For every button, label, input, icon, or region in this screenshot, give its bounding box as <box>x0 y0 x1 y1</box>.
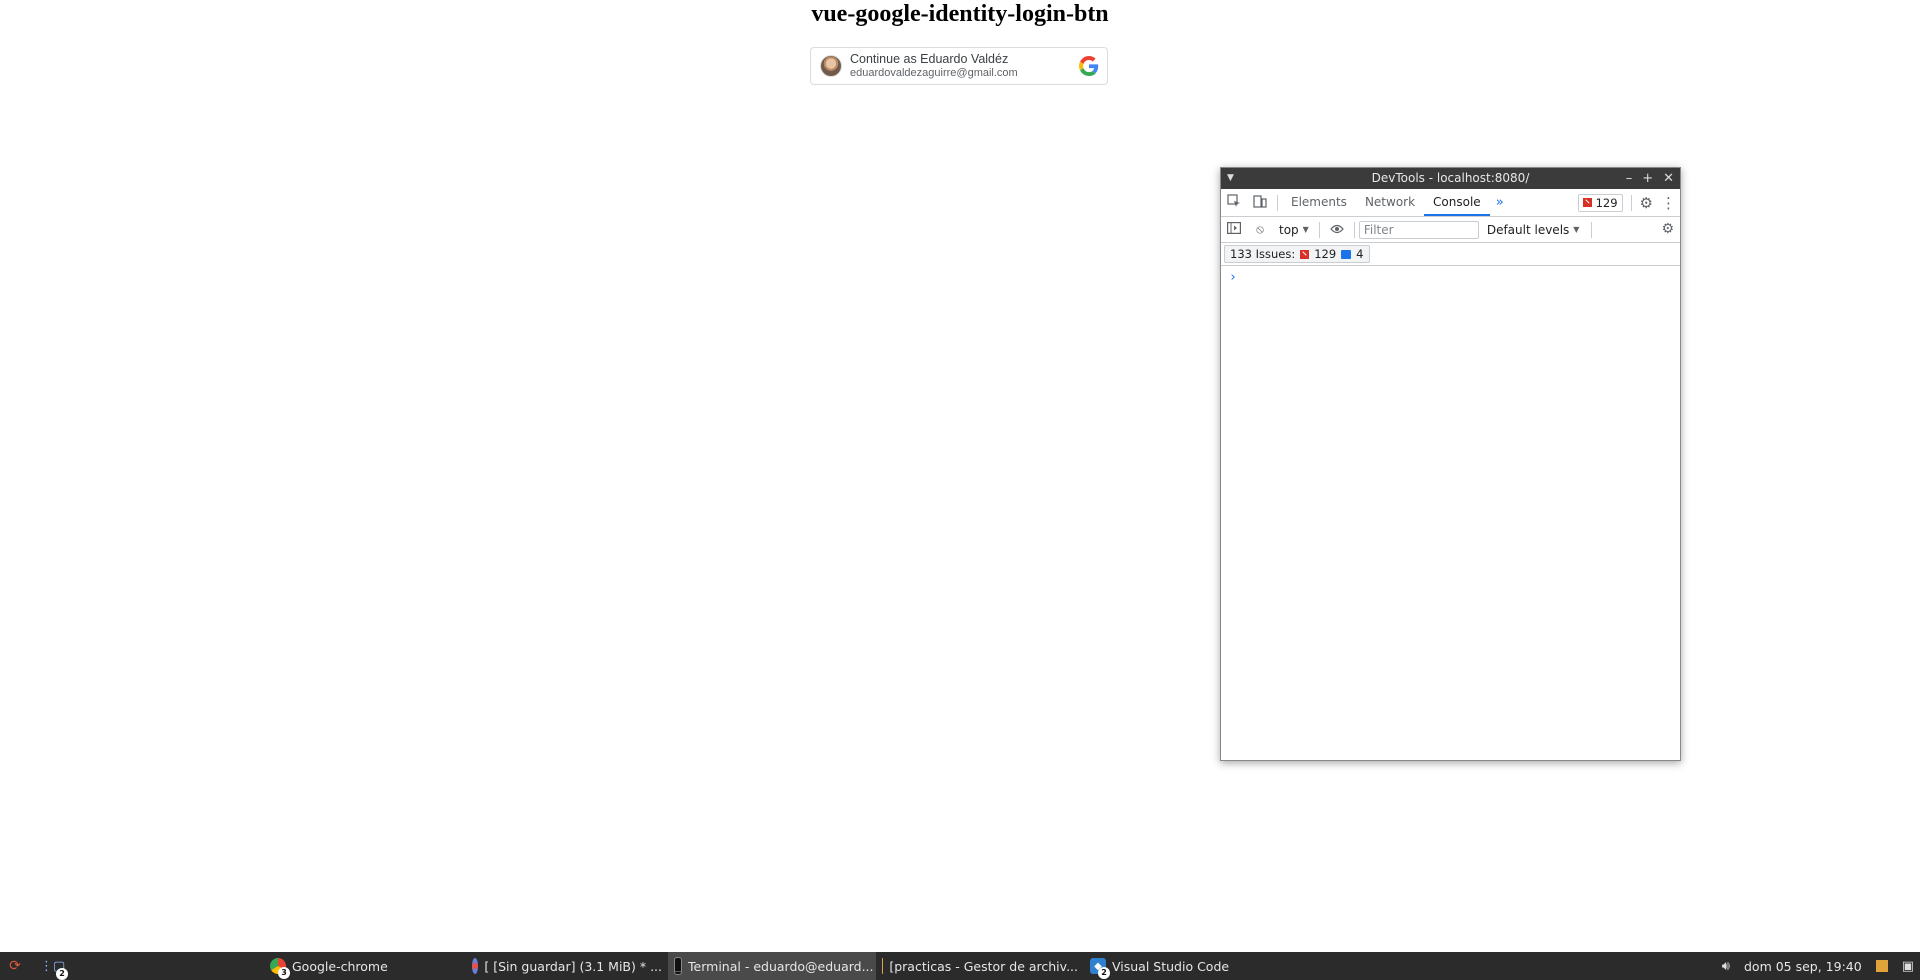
window-menu-icon[interactable]: ▼ <box>1227 168 1234 189</box>
google-continue-button[interactable]: Continue as Eduardo Valdéz eduardovaldez… <box>810 47 1108 85</box>
taskbar-item-vscode[interactable]: ◆ 2 Visual Studio Code <box>1084 952 1276 980</box>
google-button-primary-text: Continue as Eduardo Valdéz <box>850 52 1009 66</box>
console-settings-gear-icon[interactable]: ⚙ <box>1661 221 1674 237</box>
folder-icon <box>882 958 884 974</box>
taskbar-item-image-editor[interactable]: [ [Sin guardar] (3.1 MiB) * ... <box>466 952 668 980</box>
system-tray: 🔊︎ dom 05 sep, 19:40 ▣ <box>1722 952 1920 980</box>
minimize-icon[interactable]: – <box>1626 168 1633 189</box>
google-g-icon <box>1079 56 1099 76</box>
settings-gear-icon[interactable]: ⚙ <box>1640 194 1653 212</box>
vscode-icon: ◆ 2 <box>1090 958 1110 979</box>
inspect-element-icon[interactable] <box>1221 193 1247 212</box>
issues-error-count: 129 <box>1314 247 1337 261</box>
chevron-down-icon: ▼ <box>1302 225 1309 234</box>
divider <box>1277 194 1278 211</box>
taskbar-item-label: [ [Sin guardar] (3.1 MiB) * ... <box>484 958 662 974</box>
maximize-icon[interactable]: + <box>1642 168 1653 189</box>
tab-bar-right: 129 ⚙ ⋮ <box>1577 189 1676 216</box>
divider <box>1591 221 1593 238</box>
terminal-icon: _ <box>674 957 683 975</box>
live-expression-eye-icon[interactable] <box>1324 223 1350 237</box>
taskbar: ⟳ ⋮▢ 2 3 Google-chrome [ [Sin guardar] (… <box>0 952 1920 980</box>
google-button-email: eduardovaldezaguirre@gmail.com <box>850 67 1018 79</box>
chrome-icon: 3 <box>270 958 290 979</box>
clock[interactable]: dom 05 sep, 19:40 <box>1744 959 1862 974</box>
more-options-icon[interactable]: ⋮ <box>1661 194 1676 212</box>
taskbar-item-label: [practicas - Gestor de archiv... <box>889 958 1078 974</box>
image-editor-icon <box>472 958 479 974</box>
devtools-titlebar[interactable]: ▼ DevTools - localhost:8080/ – + ✕ <box>1221 168 1680 189</box>
tab-elements[interactable]: Elements <box>1282 189 1356 216</box>
issues-bar: 133 Issues: 129 4 <box>1221 243 1680 266</box>
issues-message-count: 4 <box>1356 247 1364 261</box>
notes-icon[interactable] <box>1875 960 1888 972</box>
page-title: vue-google-identity-login-btn <box>811 1 1109 27</box>
context-value: top <box>1279 222 1299 237</box>
divider <box>1353 221 1355 238</box>
issues-label: 133 Issues: <box>1230 247 1296 261</box>
context-selector[interactable]: top ▼ <box>1273 223 1315 237</box>
window-switcher-icon[interactable]: ⋮▢ 2 <box>40 959 68 980</box>
error-count: 129 <box>1595 195 1618 210</box>
divider <box>1630 194 1632 211</box>
log-levels-dropdown[interactable]: Default levels ▼ <box>1479 223 1588 237</box>
console-prompt-icon: › <box>1229 270 1237 285</box>
devtools-tab-bar: Elements Network Console » 129 ⚙ ⋮ <box>1221 189 1680 217</box>
tab-console[interactable]: Console <box>1424 189 1490 216</box>
taskbar-item-label: Visual Studio Code <box>1112 958 1230 974</box>
console-filter-input[interactable] <box>1358 220 1479 239</box>
taskbar-item-label: Terminal - eduardo@eduard... <box>688 958 874 974</box>
error-icon <box>1300 249 1310 259</box>
taskbar-item-terminal[interactable]: _ Terminal - eduardo@eduard... <box>668 952 876 980</box>
close-icon[interactable]: ✕ <box>1663 168 1674 189</box>
window-count-badge: 2 <box>56 967 68 980</box>
window-controls: – + ✕ <box>1626 168 1674 189</box>
devtools-window: ▼ DevTools - localhost:8080/ – + ✕ Eleme… <box>1220 167 1681 761</box>
tab-network[interactable]: Network <box>1356 189 1424 216</box>
app-menu-icon[interactable]: ⟳ <box>4 958 26 974</box>
screenshot-icon[interactable]: ▣ <box>1902 959 1914 974</box>
vscode-count-badge: 2 <box>1098 967 1110 979</box>
google-button-text: Continue as Eduardo Valdéz eduardovaldez… <box>850 52 1079 80</box>
chrome-count-badge: 3 <box>278 967 290 979</box>
message-icon <box>1341 249 1352 259</box>
log-levels-value: Default levels <box>1486 222 1570 237</box>
console-output[interactable]: › <box>1221 266 1680 760</box>
error-icon <box>1582 198 1592 207</box>
clear-console-icon[interactable]: ⦸ <box>1247 222 1273 237</box>
user-avatar <box>820 55 842 77</box>
divider <box>1318 221 1320 238</box>
taskbar-item-chrome[interactable]: 3 Google-chrome <box>264 952 466 980</box>
issues-badge[interactable]: 133 Issues: 129 4 <box>1224 245 1370 263</box>
taskbar-item-file-manager[interactable]: [practicas - Gestor de archiv... <box>876 952 1084 980</box>
error-count-badge[interactable]: 129 <box>1577 193 1623 212</box>
more-tabs-icon[interactable]: » <box>1490 195 1510 210</box>
sidebar-toggle-icon[interactable] <box>1221 222 1247 237</box>
device-toolbar-icon[interactable] <box>1247 194 1273 212</box>
chevron-down-icon: ▼ <box>1573 225 1580 234</box>
volume-icon[interactable]: 🔊︎ <box>1722 959 1730 974</box>
console-toolbar: ⦸ top ▼ Default levels ▼ ⚙ <box>1221 217 1680 243</box>
devtools-window-title: DevTools - localhost:8080/ <box>1371 171 1530 185</box>
taskbar-item-label: Google-chrome <box>292 958 388 974</box>
